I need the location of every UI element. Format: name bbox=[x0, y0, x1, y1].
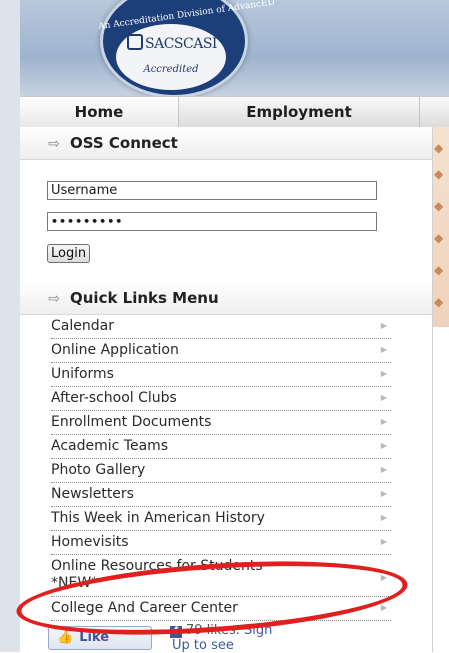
facebook-likes-text: f 79 likes. Sign Up to see bbox=[170, 623, 390, 653]
quick-link-uniforms[interactable]: Uniforms ▶ bbox=[51, 363, 391, 387]
quick-link-calendar[interactable]: Calendar ▶ bbox=[51, 315, 391, 339]
chevron-right-icon: ▶ bbox=[380, 321, 387, 330]
quick-links-list: Calendar ▶ Online Application ▶ Uniforms ▶ … bbox=[51, 315, 391, 621]
chevron-right-icon: ▶ bbox=[380, 369, 387, 378]
login-arrow-icon: ⇨ bbox=[48, 136, 60, 152]
quick-link-enrollment-documents[interactable]: Enrollment Documents ▶ bbox=[51, 411, 391, 435]
oss-connect-header: ⇨ OSS Connect bbox=[20, 127, 432, 160]
sign-up-continued[interactable]: Up to see bbox=[172, 638, 234, 653]
nav-employment[interactable]: Employment bbox=[179, 97, 420, 127]
seal-logo-text: SACSCASI bbox=[145, 36, 217, 52]
chevron-right-icon: ▶ bbox=[380, 393, 387, 402]
username-input[interactable]: Username bbox=[47, 181, 377, 200]
seal-center: SACSCASI Accredited bbox=[116, 24, 226, 90]
left-page-edge bbox=[0, 0, 20, 652]
quick-link-online-application[interactable]: Online Application ▶ bbox=[51, 339, 391, 363]
facebook-icon: f bbox=[170, 626, 182, 638]
chevron-right-icon: ▶ bbox=[380, 417, 387, 426]
thumbs-up-icon: 👍 bbox=[57, 630, 74, 645]
chevron-right-icon: ▶ bbox=[380, 465, 387, 474]
likes-count: 79 likes. bbox=[186, 623, 240, 638]
quick-link-photo-gallery[interactable]: Photo Gallery ▶ bbox=[51, 459, 391, 483]
quick-link-label: Homevisits bbox=[51, 534, 129, 550]
quick-link-label: Calendar bbox=[51, 318, 114, 334]
decorative-pattern: ◆ ◆ ◆ ◆ ◆ ◆ bbox=[432, 127, 449, 327]
oss-connect-title: OSS Connect bbox=[70, 134, 178, 152]
quick-link-label: Photo Gallery bbox=[51, 462, 146, 478]
quick-link-newsletters[interactable]: Newsletters ▶ bbox=[51, 483, 391, 507]
chevron-right-icon: ▶ bbox=[380, 573, 387, 582]
quick-link-american-history[interactable]: This Week in American History ▶ bbox=[51, 507, 391, 531]
quick-link-label: After-school Clubs bbox=[51, 390, 177, 406]
chevron-right-icon: ▶ bbox=[380, 489, 387, 498]
quick-link-label: Newsletters bbox=[51, 486, 134, 502]
quick-link-after-school-clubs[interactable]: After-school Clubs ▶ bbox=[51, 387, 391, 411]
chevron-right-icon: ▶ bbox=[380, 441, 387, 450]
sign-up-link[interactable]: Sign bbox=[244, 623, 272, 638]
quick-link-label: Enrollment Documents bbox=[51, 414, 212, 430]
quick-link-online-resources[interactable]: Online Resources for Students *NEW* ▶ bbox=[51, 555, 391, 597]
sidebar-panel: ⇨ OSS Connect Username ••••••••• Login ⇨ Q… bbox=[20, 127, 433, 653]
quick-link-academic-teams[interactable]: Academic Teams ▶ bbox=[51, 435, 391, 459]
quick-link-label: Uniforms bbox=[51, 366, 114, 382]
quick-links-arrow-icon: ⇨ bbox=[48, 291, 60, 307]
quick-links-header: ⇨ Quick Links Menu bbox=[20, 282, 432, 315]
nav-home[interactable]: Home bbox=[20, 97, 179, 127]
sacscasi-logo: SACSCASI bbox=[126, 34, 218, 54]
login-button[interactable]: Login bbox=[47, 244, 91, 263]
quick-link-label: Online Resources for Students bbox=[51, 558, 263, 574]
quick-link-label: College And Career Center bbox=[51, 600, 238, 616]
main-nav: Home Employment bbox=[20, 96, 449, 128]
chevron-right-icon: ▶ bbox=[380, 345, 387, 354]
quick-link-label: Academic Teams bbox=[51, 438, 169, 454]
quick-link-homevisits[interactable]: Homevisits ▶ bbox=[51, 531, 391, 555]
sacscasi-mark-icon bbox=[127, 34, 144, 50]
seal-accredited-text: Accredited bbox=[143, 64, 199, 75]
quick-link-label: Online Application bbox=[51, 342, 179, 358]
like-label: Like bbox=[79, 630, 110, 645]
quick-link-college-career-center[interactable]: College And Career Center ▶ bbox=[51, 597, 391, 621]
password-input[interactable]: ••••••••• bbox=[47, 212, 377, 231]
facebook-like-button[interactable]: 👍 Like bbox=[48, 626, 152, 650]
header-banner: An Accreditation Division of AdvancED SA… bbox=[20, 0, 449, 96]
quick-link-label: This Week in American History bbox=[51, 510, 265, 526]
quick-links-title: Quick Links Menu bbox=[70, 289, 219, 307]
chevron-right-icon: ▶ bbox=[380, 603, 387, 612]
new-badge: *NEW* bbox=[51, 575, 99, 591]
chevron-right-icon: ▶ bbox=[380, 513, 387, 522]
chevron-right-icon: ▶ bbox=[380, 537, 387, 546]
